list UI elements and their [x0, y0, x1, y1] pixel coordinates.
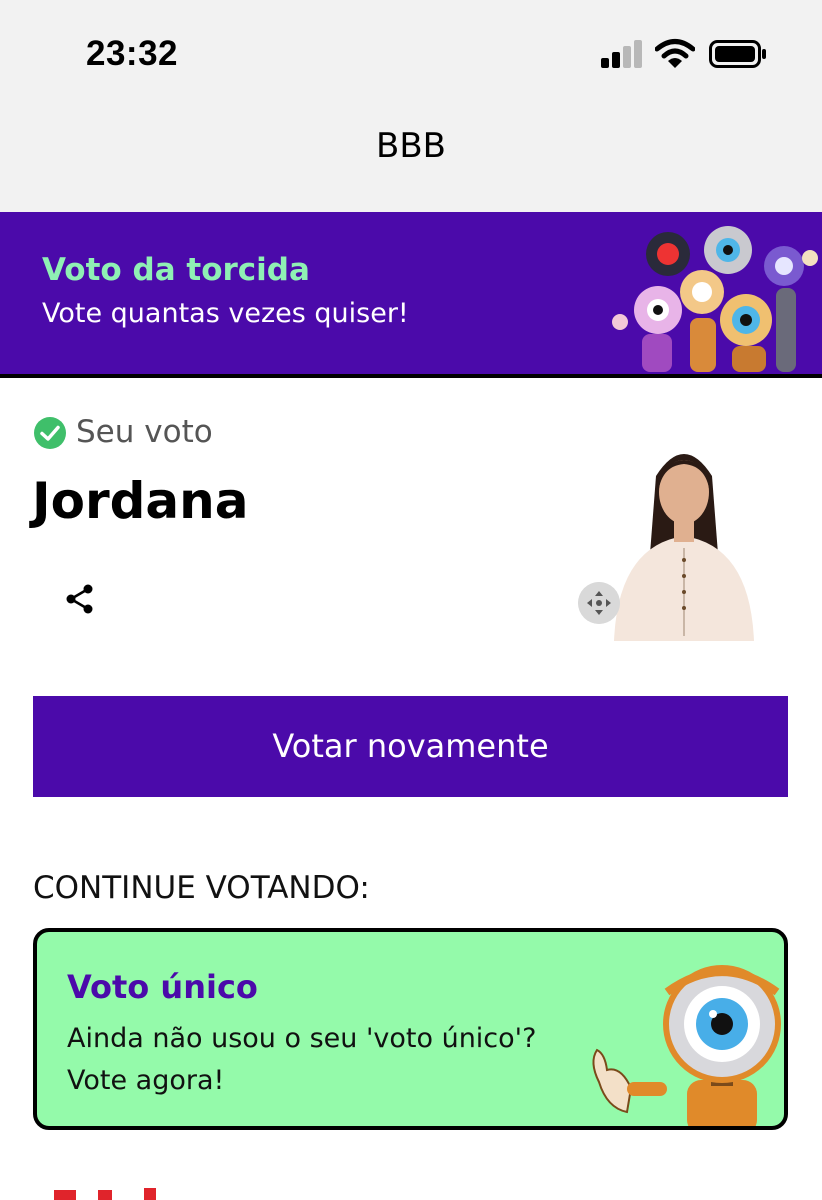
- voto-torcida-banner: Voto da torcida Vote quantas vezes quise…: [0, 212, 822, 378]
- share-icon[interactable]: [64, 583, 96, 615]
- vote-again-button[interactable]: Votar novamente: [33, 696, 788, 797]
- top-bar: 23:32 BBB: [0, 0, 822, 212]
- voto-unico-title: Voto único: [67, 968, 258, 1006]
- mascots-illustration: [612, 226, 818, 372]
- banner-title: Voto da torcida: [42, 252, 310, 288]
- voto-unico-text: Ainda não usou o seu 'voto único'? Vote …: [67, 1018, 587, 1102]
- battery-icon: [709, 40, 766, 68]
- continue-heading: CONTINUE VOTANDO:: [33, 870, 370, 906]
- eye-mascot-illustration: [592, 965, 781, 1126]
- candidate-photo: [596, 436, 772, 641]
- status-time: 23:32: [86, 34, 179, 73]
- move-icon[interactable]: [578, 582, 620, 624]
- vote-status-label: Seu voto: [76, 414, 213, 450]
- signal-icon: [601, 40, 643, 68]
- candidate-name: Jordana: [32, 472, 249, 530]
- voto-unico-card[interactable]: Voto único Ainda não usou o seu 'voto ún…: [33, 928, 788, 1130]
- page-title: BBB: [376, 126, 446, 166]
- voto-unico-line-1: Ainda não usou o seu 'voto único'?: [67, 1023, 537, 1054]
- check-circle-icon: [34, 417, 66, 449]
- next-card-peek: [54, 1188, 156, 1200]
- banner-subtitle: Vote quantas vezes quiser!: [42, 298, 409, 329]
- wifi-icon: [655, 39, 695, 68]
- voto-unico-line-2: Vote agora!: [67, 1065, 225, 1096]
